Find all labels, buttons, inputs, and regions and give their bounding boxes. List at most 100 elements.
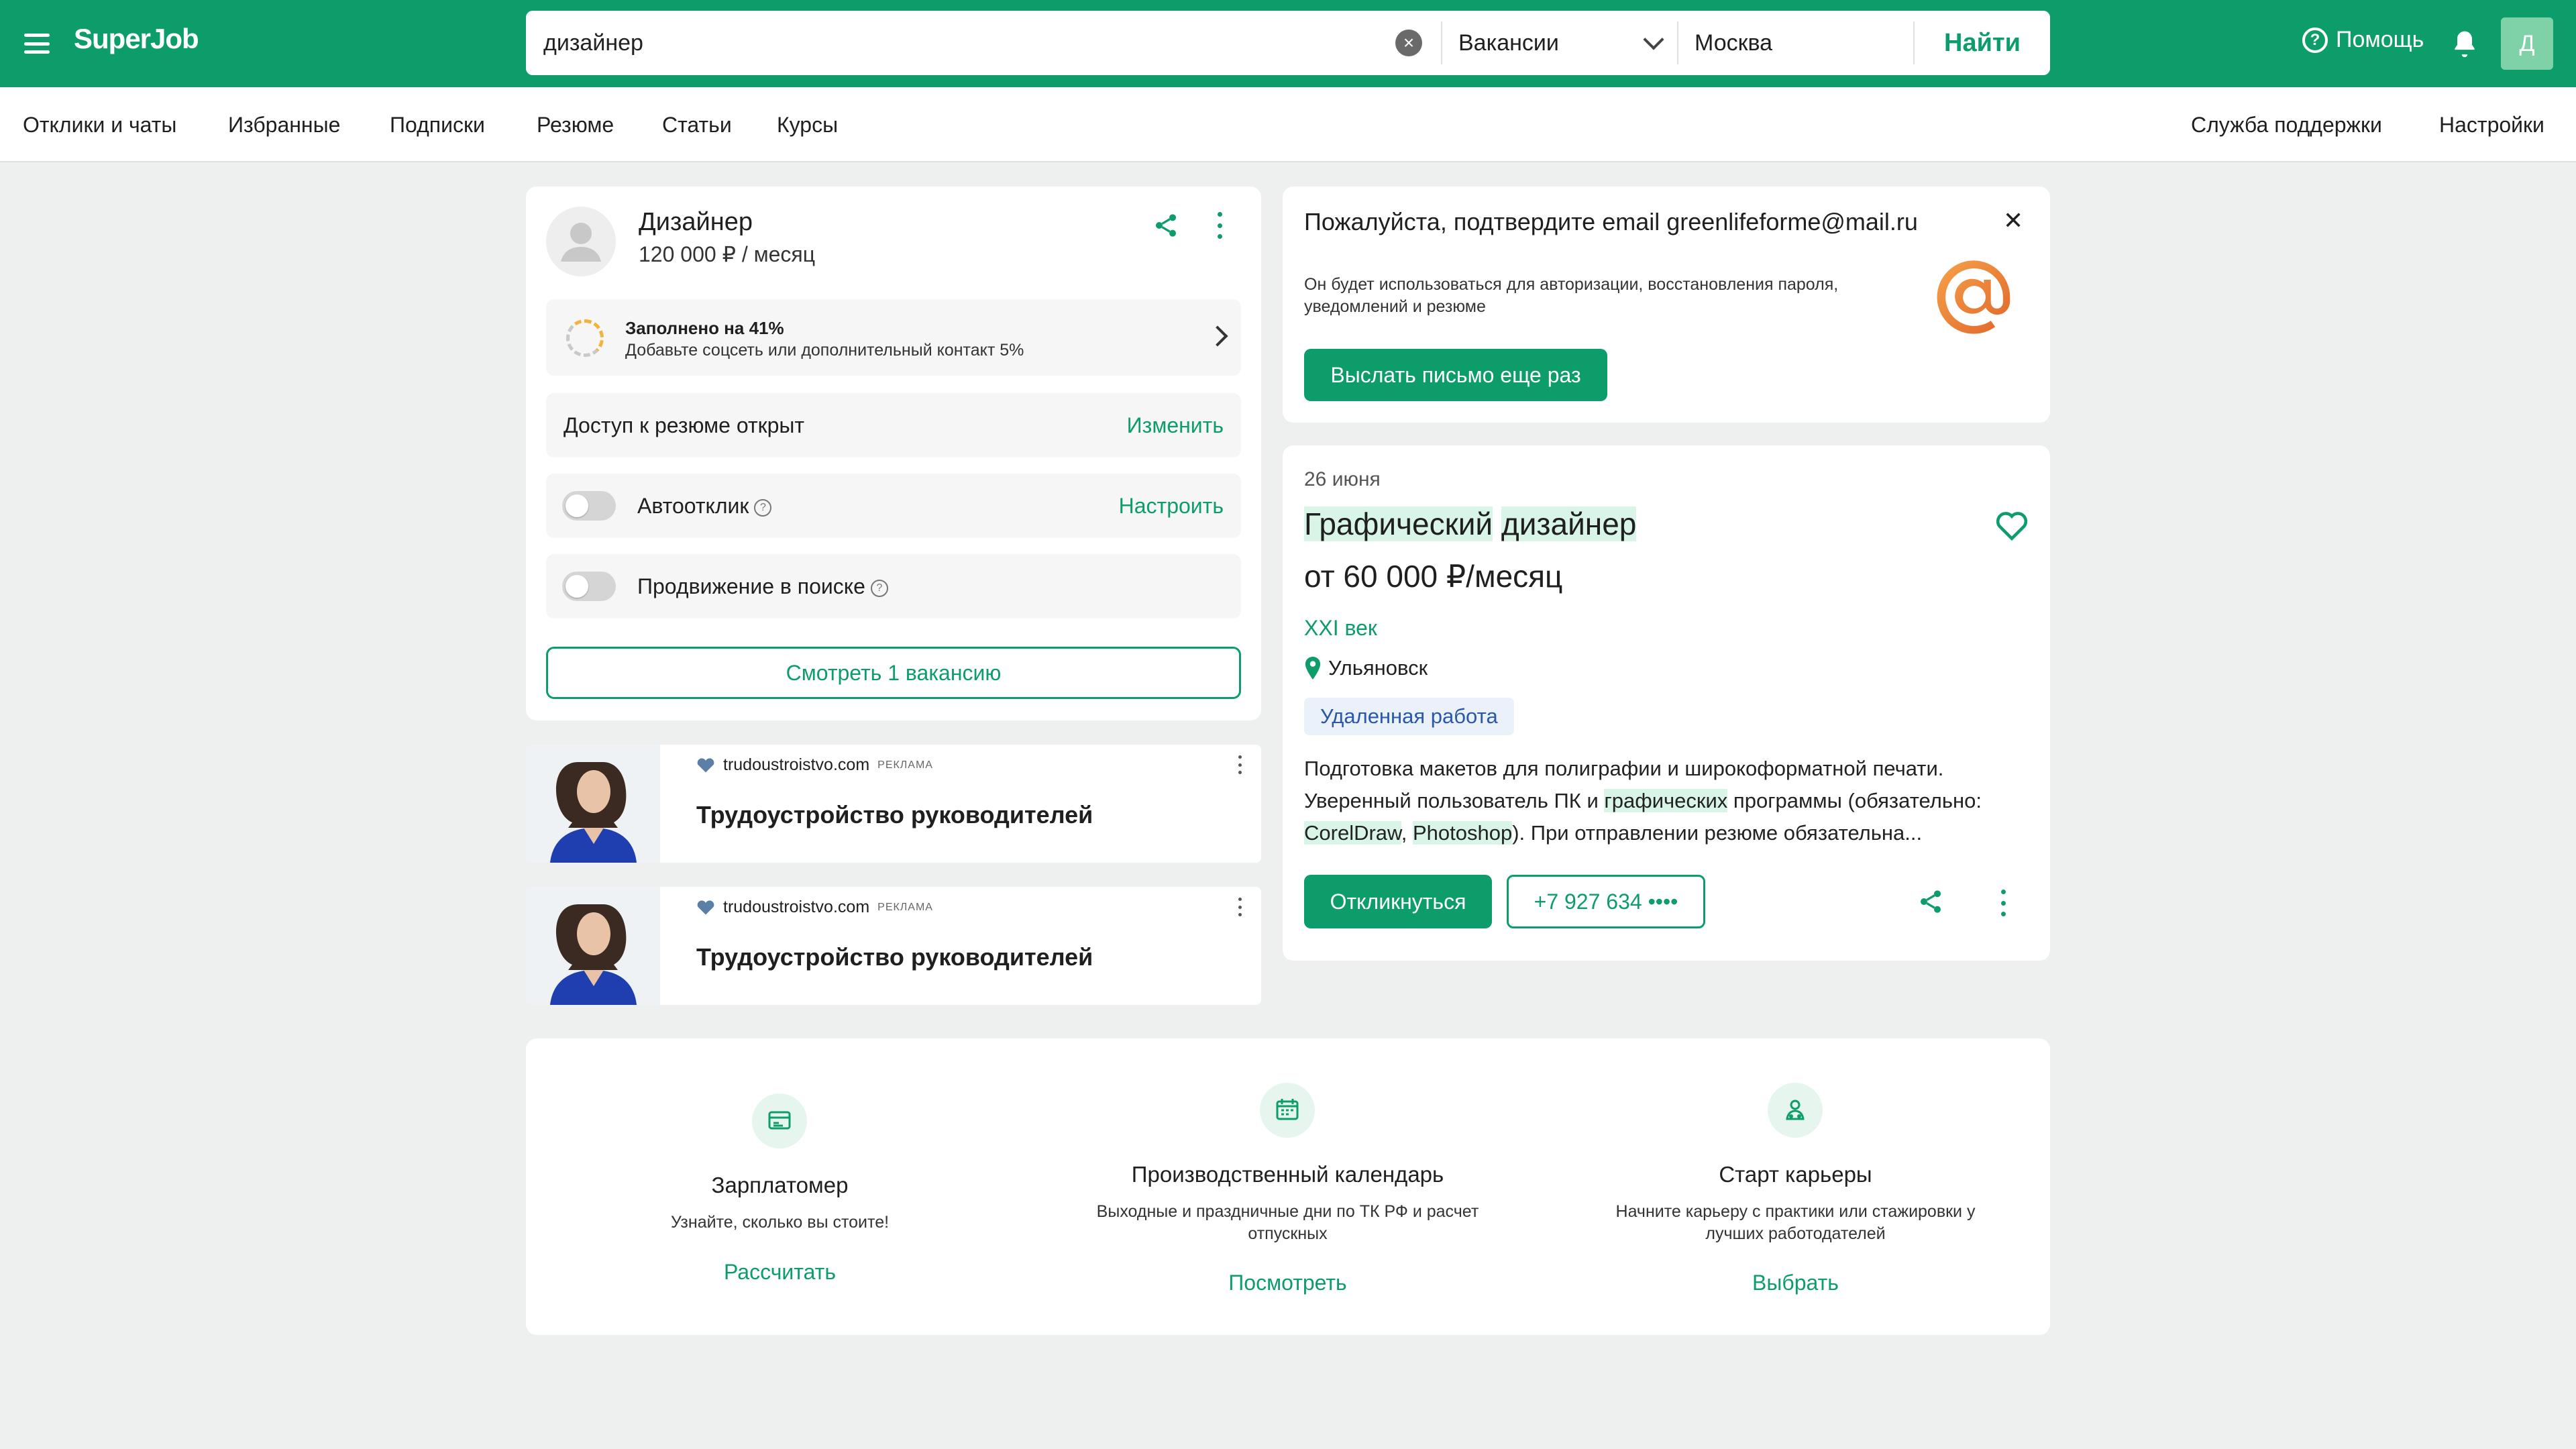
share-icon[interactable] (1152, 212, 1179, 239)
ad-domain: trudoustroistvo.com (723, 755, 870, 774)
search-bar: × Вакансии Москва Найти (526, 11, 2050, 75)
service-salary-meter: Зарплатомер Узнайте, сколько вы стоите! … (526, 1038, 1034, 1335)
bell-icon[interactable] (2450, 28, 2479, 59)
ad-more-icon[interactable] (1237, 898, 1242, 916)
service-desc: Начните карьеру с практики или стажировк… (1615, 1202, 1976, 1243)
search-type-select[interactable]: Вакансии (1442, 11, 1677, 75)
vacancy-title-word: дизайнер (1501, 506, 1637, 541)
service-link[interactable]: Посмотреть (1034, 1271, 1542, 1295)
user-avatar[interactable]: Д (2501, 17, 2553, 70)
desc-highlight: графических (1604, 789, 1728, 812)
promotion-label-wrap: Продвижение в поиске? (637, 574, 888, 599)
chevron-down-icon (1643, 29, 1664, 50)
service-title: Старт карьеры (1719, 1162, 1872, 1187)
share-icon[interactable] (1917, 888, 1944, 915)
logo[interactable]: SuperJob (74, 23, 199, 55)
nav-item-responses[interactable]: Отклики и чаты (23, 113, 176, 138)
ad-photo (526, 745, 660, 863)
email-confirm-text: Он будет использоваться для авторизации,… (1304, 275, 1839, 316)
salary-meter-icon (752, 1093, 807, 1148)
service-title: Зарплатомер (711, 1173, 849, 1197)
nav-item-articles[interactable]: Статьи (662, 113, 732, 138)
more-options-icon[interactable] (1216, 212, 1224, 239)
remote-badge: Удаленная работа (1304, 698, 1514, 735)
service-link[interactable]: Выбрать (1542, 1271, 2049, 1295)
resume-title[interactable]: Дизайнер (639, 208, 753, 237)
nav-item-resume[interactable]: Резюме (537, 113, 614, 138)
service-link[interactable]: Рассчитать (526, 1260, 1034, 1285)
promotion-toggle[interactable] (562, 572, 616, 601)
respond-button[interactable]: Откликнуться (1304, 875, 1492, 928)
calendar-icon (1260, 1083, 1315, 1138)
access-row: Доступ к резюме открыт Изменить (546, 393, 1241, 458)
vacancy-title[interactable]: Графический дизайнер (1304, 506, 1637, 542)
clear-icon[interactable]: × (1395, 30, 1422, 56)
service-title: Производственный календарь (1131, 1162, 1444, 1187)
email-confirm-card: Пожалуйста, подтвердите email greenlifef… (1283, 186, 2050, 423)
nav-item-favorites[interactable]: Избранные (228, 113, 340, 138)
services-card: Зарплатомер Узнайте, сколько вы стоите! … (526, 1038, 2050, 1335)
vacancy-salary: от 60 000 ₽/месяц (1304, 559, 1563, 594)
desc-highlight: CorelDraw (1304, 821, 1401, 845)
show-phone-button[interactable]: +7 927 634 •••• (1507, 875, 1705, 928)
secondary-nav: Отклики и чаты Избранные Подписки Резюме… (0, 87, 2576, 162)
ad-domain-row: trudoustroistvo.com РЕКЛАМА (696, 898, 933, 917)
more-options-icon[interactable] (1999, 890, 2007, 916)
help-icon: ? (2302, 27, 2328, 53)
email-confirm-title: Пожалуйста, подтвердите email greenlifef… (1304, 208, 1918, 235)
heart-logo-icon (697, 757, 714, 772)
access-label: Доступ к резюме открыт (564, 413, 805, 437)
autoreply-label-wrap: Автоотклик? (637, 494, 772, 519)
help-link[interactable]: ? Помощь (2302, 27, 2424, 53)
ad-title: Трудоустройство руководителей (696, 943, 1093, 971)
top-bar: SuperJob × Вакансии Москва Найти ? Помощ… (0, 0, 2576, 87)
search-input[interactable] (526, 11, 1441, 75)
promotion-label: Продвижение в поиске (637, 574, 865, 598)
menu-icon[interactable] (20, 27, 54, 60)
resume-avatar (546, 207, 616, 276)
autoreply-label: Автоотклик (637, 494, 749, 518)
completion-subtitle: Добавьте соцсеть или дополнительный конт… (625, 341, 1024, 360)
ad-banner[interactable]: trudoustroistvo.com РЕКЛАМА Трудоустройс… (526, 887, 1261, 1005)
ad-photo (526, 887, 660, 1005)
service-career-start: Старт карьеры Начните карьеру с практики… (1542, 1038, 2049, 1335)
nav-item-subscriptions[interactable]: Подписки (390, 113, 485, 138)
autoreply-row: Автоотклик? Настроить (546, 474, 1241, 538)
close-icon[interactable]: ✕ (2003, 207, 2023, 235)
nav-item-settings[interactable]: Настройки (2439, 113, 2544, 138)
ad-banner[interactable]: trudoustroistvo.com РЕКЛАМА Трудоустройс… (526, 745, 1261, 863)
desc-text: , (1401, 821, 1413, 845)
progress-ring-icon (566, 319, 604, 357)
heart-logo-icon (697, 900, 714, 914)
autoreply-toggle[interactable] (562, 491, 616, 521)
question-icon[interactable]: ? (870, 579, 888, 597)
search-type-value: Вакансии (1458, 30, 1559, 56)
vacancy-location: Ульяновск (1304, 656, 1428, 680)
ad-domain: trudoustroistvo.com (723, 898, 870, 916)
autoreply-setup-link[interactable]: Настроить (1119, 494, 1224, 519)
city-input[interactable]: Москва (1678, 11, 1913, 75)
resend-email-button[interactable]: Выслать письмо еще раз (1304, 349, 1607, 401)
resume-card: Дизайнер 120 000 ₽ / месяц Заполнено на … (526, 186, 1261, 720)
vacancy-description[interactable]: Подготовка макетов для полиграфии и широ… (1304, 753, 2029, 849)
help-label: Помощь (2336, 27, 2424, 52)
promotion-row: Продвижение в поиске? (546, 554, 1241, 619)
ad-more-icon[interactable] (1237, 755, 1242, 774)
vacancy-company-link[interactable]: XXI век (1304, 616, 1377, 641)
completion-title: Заполнено на 41% (625, 318, 784, 338)
desc-text: программы (обязательно: (1727, 789, 1982, 812)
ad-tag: РЕКЛАМА (877, 901, 933, 913)
nav-item-support[interactable]: Служба поддержки (2191, 113, 2382, 138)
career-icon (1768, 1083, 1823, 1138)
access-change-link[interactable]: Изменить (1127, 413, 1224, 438)
question-icon[interactable]: ? (754, 498, 772, 517)
view-vacancies-button[interactable]: Смотреть 1 вакансию (546, 647, 1241, 699)
find-button[interactable]: Найти (1915, 11, 2050, 75)
service-calendar: Производственный календарь Выходные и пр… (1034, 1038, 1542, 1335)
nav-item-courses[interactable]: Курсы (777, 113, 838, 138)
service-desc: Выходные и праздничные дни по ТК РФ и ра… (1096, 1202, 1479, 1243)
completion-banner[interactable]: Заполнено на 41% Добавьте соцсеть или до… (546, 299, 1241, 376)
resume-salary: 120 000 ₽ / месяц (639, 242, 816, 266)
vacancy-city: Ульяновск (1328, 656, 1428, 680)
favorite-heart-icon[interactable] (1995, 510, 2029, 541)
